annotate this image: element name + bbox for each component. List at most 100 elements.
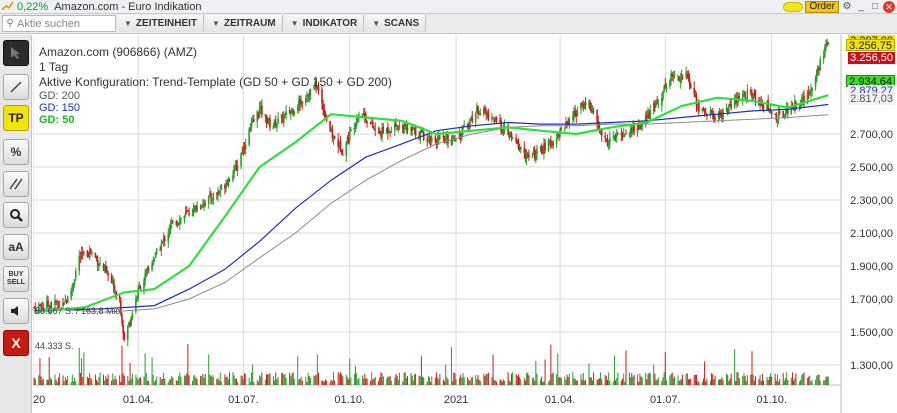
y-tick-label: 1.900,00 <box>850 261 893 273</box>
candle-body <box>728 105 730 113</box>
candle-body <box>144 273 146 281</box>
candle-body <box>596 109 598 124</box>
menu-label: ZEITEINHEIT <box>135 18 198 29</box>
candle-body <box>474 113 477 123</box>
legend-gd50: GD: 50 <box>39 114 75 126</box>
x-tick-label: 01.04. <box>123 394 154 406</box>
candle-body <box>167 233 170 242</box>
close-icon[interactable]: ✕ <box>883 1 895 13</box>
candle-body <box>620 133 623 136</box>
candle-body <box>95 256 98 259</box>
candle-body <box>395 124 397 127</box>
candle-body <box>592 110 595 112</box>
search-field[interactable]: ⚲ Aktie suchen <box>2 15 116 32</box>
line-tool-button[interactable] <box>3 74 29 100</box>
candle-body <box>113 280 115 292</box>
y-tick-label: 1.700,00 <box>850 294 893 306</box>
candle-body <box>63 303 66 305</box>
candle-body <box>702 108 705 110</box>
candle-body <box>617 133 619 135</box>
candle-body <box>78 256 81 272</box>
candle-body <box>625 133 627 135</box>
candle-body <box>560 127 563 129</box>
candle-body <box>353 127 356 130</box>
candle-body <box>815 70 818 80</box>
candle-body <box>66 296 69 304</box>
text-tool-button[interactable]: aA <box>3 234 29 260</box>
zoom-button[interactable] <box>3 202 29 228</box>
parallel-lines-button[interactable] <box>3 171 29 197</box>
candle-body <box>204 203 207 205</box>
legend-gd150: GD: 150 <box>39 102 80 114</box>
candle-body <box>469 118 471 129</box>
candle-body <box>784 114 787 117</box>
y-tick-label: 2.700,00 <box>850 129 893 141</box>
candle-body <box>168 230 171 233</box>
candle-body <box>710 110 713 112</box>
menu-scans[interactable]: ▼ SCANS <box>366 15 427 32</box>
candle-body <box>733 100 736 109</box>
candle-body <box>536 148 538 155</box>
candle-body <box>807 92 810 94</box>
volume-label-2: 44.333 S. <box>35 341 74 351</box>
candle-body <box>169 224 172 231</box>
candle-body <box>272 125 275 129</box>
candle-body <box>484 108 486 113</box>
close-chart-button[interactable]: X <box>3 330 29 356</box>
candle-body <box>544 142 546 151</box>
candle-body <box>345 142 348 156</box>
candle-body <box>455 140 457 142</box>
candle-body <box>624 134 626 136</box>
sound-button[interactable] <box>3 298 29 324</box>
candle-body <box>228 179 231 181</box>
candle-body <box>58 301 61 303</box>
candle-body <box>450 139 453 145</box>
candle-body <box>89 249 92 253</box>
minimize-icon[interactable]: _ <box>855 1 867 13</box>
candle-body <box>145 269 148 275</box>
candle-body <box>722 111 724 120</box>
candle-body <box>188 212 190 215</box>
interval-label: 1 Tag <box>39 60 69 74</box>
candle-body <box>703 109 706 113</box>
price-chart[interactable]: 2.700,00 2.500,00 2.300,00 2.100,00 1.900,00… <box>21 35 897 413</box>
x-tick-label: 01.10. <box>756 394 787 406</box>
order-button[interactable]: Order <box>805 1 839 13</box>
y-tick-label: 1.500,00 <box>850 327 893 339</box>
buy-sell-button[interactable]: BUY SELL <box>3 266 29 292</box>
maximize-icon[interactable]: □ <box>869 1 881 13</box>
toggle-pill[interactable] <box>783 2 804 12</box>
menu-indikator[interactable]: ▼ INDIKATOR <box>284 15 365 32</box>
x-tick-label: 2020 <box>33 394 45 406</box>
candle-body <box>761 104 764 106</box>
candle-body <box>568 118 571 124</box>
candle-body <box>649 110 652 120</box>
menu-label: INDIKATOR <box>302 18 358 29</box>
candle-body <box>71 285 74 291</box>
drawing-tools-sidebar: TP % aA BUY SELL X <box>0 35 32 413</box>
candle-body <box>827 42 830 45</box>
candle-body <box>605 138 608 140</box>
tp-button[interactable]: TP <box>3 105 29 131</box>
candle-body <box>121 314 123 324</box>
candle-body <box>99 263 101 265</box>
candle-body <box>106 269 108 273</box>
candle-body <box>694 94 697 97</box>
candle-body <box>227 178 230 186</box>
settings-icon[interactable]: ⚙ <box>841 1 853 13</box>
candle-body <box>387 127 389 134</box>
menu-zeitraum[interactable]: ▼ ZEITRAUM <box>206 15 283 32</box>
candle-body <box>665 85 668 89</box>
percent-tool-button[interactable]: % <box>3 139 29 165</box>
candle-body <box>656 101 659 103</box>
candle-body <box>600 129 603 136</box>
candle-body <box>750 90 752 93</box>
candle-body <box>517 141 520 150</box>
candle-body <box>655 102 657 106</box>
menu-zeiteinheit[interactable]: ▼ ZEITEINHEIT <box>118 15 205 32</box>
cursor-tool-button[interactable] <box>3 40 29 66</box>
candle-body <box>170 222 173 224</box>
candle-body <box>406 127 409 131</box>
window-title: Amazon.com - Euro Indikation <box>54 0 202 13</box>
price-change: 0,22% <box>17 0 49 13</box>
